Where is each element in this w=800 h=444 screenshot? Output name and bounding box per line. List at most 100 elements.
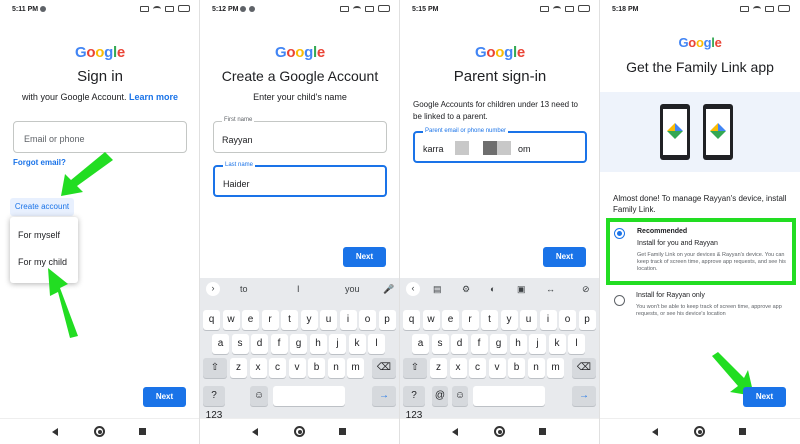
key-l[interactable]: l <box>568 334 585 354</box>
key-x[interactable]: x <box>449 358 467 378</box>
key-g[interactable]: g <box>490 334 507 354</box>
home-icon[interactable] <box>294 426 305 437</box>
last-name-field[interactable]: Last name Haider <box>213 162 387 197</box>
key-y[interactable]: y <box>300 310 318 330</box>
key-o[interactable]: o <box>359 310 376 330</box>
space-key[interactable] <box>273 386 345 406</box>
clipboard-icon[interactable]: ▤ <box>433 284 442 295</box>
key-q[interactable]: q <box>403 310 420 330</box>
key-j[interactable]: j <box>329 334 346 354</box>
email-input[interactable]: Email or phone <box>13 121 187 153</box>
next-button[interactable]: Next <box>343 247 386 267</box>
rayyan-only-option[interactable]: Install for Rayyan only You won't be abl… <box>610 290 790 326</box>
key-b[interactable]: b <box>508 358 525 378</box>
enter-key[interactable]: → <box>572 386 596 406</box>
back-icon[interactable] <box>52 428 58 436</box>
key-e[interactable]: e <box>242 310 259 330</box>
recents-icon[interactable] <box>539 428 546 435</box>
key-t[interactable]: t <box>481 310 498 330</box>
space-key[interactable] <box>473 386 545 406</box>
shift-key[interactable]: ⇧ <box>203 358 227 378</box>
key-a[interactable]: a <box>412 334 429 354</box>
key-z[interactable]: z <box>230 358 247 378</box>
key-x[interactable]: x <box>249 358 267 378</box>
key-w[interactable]: w <box>422 310 440 330</box>
emoji-key[interactable]: ☺ <box>250 386 268 406</box>
image-icon[interactable]: ▣ <box>517 284 526 295</box>
suggestion-item[interactable]: you <box>345 284 360 294</box>
key-d[interactable]: d <box>451 334 468 354</box>
key-z[interactable]: z <box>430 358 447 378</box>
key-h[interactable]: h <box>509 334 527 354</box>
symbols-key[interactable]: ?123 <box>403 386 425 421</box>
emoji-key[interactable]: ☺ <box>452 386 468 406</box>
key-m[interactable]: m <box>547 358 564 378</box>
parent-email-field[interactable]: Parent email or phone number karra om <box>413 128 587 163</box>
recents-icon[interactable] <box>339 428 346 435</box>
key-w[interactable]: w <box>222 310 240 330</box>
key-c[interactable]: c <box>269 358 286 378</box>
next-button[interactable]: Next <box>543 247 586 267</box>
key-y[interactable]: y <box>500 310 518 330</box>
cursor-icon[interactable]: ↔ <box>546 284 555 294</box>
recents-icon[interactable] <box>739 428 746 435</box>
key-q[interactable]: q <box>203 310 220 330</box>
key-p[interactable]: p <box>378 310 396 330</box>
chevron-left-icon[interactable]: ‹ <box>406 282 420 296</box>
mic-off-icon[interactable]: ⊘ <box>582 284 590 295</box>
key-c[interactable]: c <box>469 358 486 378</box>
key-f[interactable]: f <box>470 334 488 354</box>
key-u[interactable]: u <box>520 310 537 330</box>
key-r[interactable]: r <box>261 310 279 330</box>
key-n[interactable]: n <box>527 358 545 378</box>
radio-recommended[interactable] <box>614 228 625 239</box>
home-icon[interactable] <box>94 426 105 437</box>
at-key[interactable]: @ <box>432 386 448 406</box>
backspace-key[interactable]: ⌫ <box>372 358 396 378</box>
suggestion-item[interactable]: I <box>297 284 300 294</box>
key-b[interactable]: b <box>308 358 325 378</box>
enter-key[interactable]: → <box>372 386 396 406</box>
back-icon[interactable] <box>452 428 458 436</box>
mic-icon[interactable]: 🎤 <box>383 284 394 295</box>
palette-icon[interactable]: ◐ <box>490 284 495 294</box>
backspace-key[interactable]: ⌫ <box>572 358 596 378</box>
key-v[interactable]: v <box>288 358 306 378</box>
key-m[interactable]: m <box>347 358 364 378</box>
key-g[interactable]: g <box>290 334 307 354</box>
key-f[interactable]: f <box>270 334 288 354</box>
menu-item-for-myself[interactable]: For myself <box>18 230 60 240</box>
chevron-right-icon[interactable]: › <box>206 282 220 296</box>
key-v[interactable]: v <box>488 358 506 378</box>
key-l[interactable]: l <box>368 334 385 354</box>
key-t[interactable]: t <box>281 310 298 330</box>
key-a[interactable]: a <box>212 334 229 354</box>
create-account-button[interactable]: Create account <box>10 198 74 216</box>
next-button[interactable]: Next <box>743 387 786 407</box>
key-k[interactable]: k <box>348 334 366 354</box>
suggestion-item[interactable]: to <box>240 284 248 294</box>
key-k[interactable]: k <box>548 334 566 354</box>
key-i[interactable]: i <box>339 310 357 330</box>
key-u[interactable]: u <box>320 310 337 330</box>
key-s[interactable]: s <box>431 334 449 354</box>
next-button[interactable]: Next <box>143 387 186 407</box>
key-r[interactable]: r <box>461 310 479 330</box>
shift-key[interactable]: ⇧ <box>403 358 427 378</box>
home-icon[interactable] <box>494 426 505 437</box>
home-icon[interactable] <box>694 426 705 437</box>
key-d[interactable]: d <box>251 334 268 354</box>
back-icon[interactable] <box>652 428 658 436</box>
learn-more-link[interactable]: Learn more <box>129 92 178 102</box>
radio-rayyan-only[interactable] <box>614 295 625 306</box>
back-icon[interactable] <box>252 428 258 436</box>
key-h[interactable]: h <box>309 334 327 354</box>
key-n[interactable]: n <box>327 358 345 378</box>
key-j[interactable]: j <box>529 334 546 354</box>
symbols-key[interactable]: ?123 <box>203 386 225 421</box>
recommended-option[interactable]: Recommended Install for you and Rayyan G… <box>606 218 796 285</box>
key-o[interactable]: o <box>559 310 576 330</box>
key-i[interactable]: i <box>539 310 557 330</box>
key-p[interactable]: p <box>578 310 596 330</box>
gear-icon[interactable]: ⚙ <box>462 284 470 295</box>
